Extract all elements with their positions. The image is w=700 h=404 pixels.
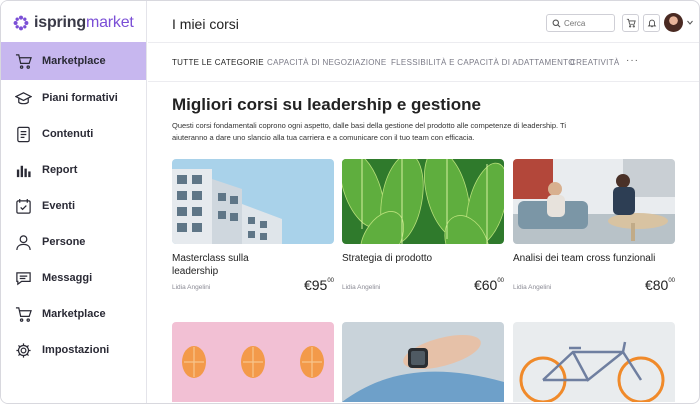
course-author: Lidia Angelini [513, 284, 552, 291]
graduation-cap-icon [15, 91, 32, 104]
person-icon [16, 234, 31, 250]
course-title[interactable]: Analisi dei team cross funzionali [513, 252, 675, 265]
chevron-down-icon[interactable] [687, 20, 693, 25]
tab-creativita[interactable]: CREATIVITÀ [570, 58, 620, 67]
sidebar: ispringmarket Marketplace Piani formativ… [1, 1, 147, 403]
course-card[interactable]: Analisi dei team cross funzionali Lidia … [513, 159, 675, 293]
course-image-oranges[interactable] [172, 322, 334, 402]
logo-flower-icon [13, 15, 29, 31]
main-content: Migliori corsi su leadership e gestione … [148, 83, 699, 403]
chat-icon [16, 271, 31, 285]
course-image-building[interactable] [172, 159, 334, 244]
course-card[interactable]: Strategia di prodotto Lidia Angelini €60… [342, 159, 504, 293]
category-tabs: TUTTE LE CATEGORIE CAPACITÀ DI NEGOZIAZI… [148, 44, 699, 82]
document-icon [17, 126, 30, 142]
tab-capacita-di-negoziazione[interactable]: CAPACITÀ DI NEGOZIAZIONE [267, 58, 387, 67]
sidebar-item-label: Persone [42, 236, 86, 248]
course-author: Lidia Angelini [172, 284, 211, 291]
sidebar-item-piani-formativi[interactable]: Piani formativi [1, 80, 146, 116]
sidebar-item-label: Impostazioni [42, 344, 110, 356]
bar-chart-icon [16, 165, 31, 177]
calendar-check-icon [16, 198, 31, 214]
sidebar-nav: Marketplace Piani formativi Contenuti Re… [1, 42, 146, 368]
bell-icon [647, 19, 656, 28]
cart-button[interactable] [622, 14, 639, 32]
course-price: €8000 [644, 277, 675, 293]
sidebar-item-report[interactable]: Report [1, 152, 146, 188]
course-image-smartwatch[interactable] [342, 322, 504, 402]
section-title: Migliori corsi su leadership e gestione [172, 95, 481, 114]
course-image-bicycle[interactable] [513, 322, 675, 402]
logo-text: ispringmarket [34, 14, 134, 31]
sidebar-item-label: Eventi [42, 200, 76, 212]
course-price: €6000 [473, 277, 504, 293]
search-box[interactable] [546, 14, 615, 32]
sidebar-item-label: Marketplace [42, 55, 106, 67]
notifications-button[interactable] [643, 14, 660, 32]
sidebar-item-marketplace-2[interactable]: Marketplace [1, 296, 146, 332]
sidebar-item-label: Marketplace [42, 308, 106, 320]
course-price: €9500 [303, 277, 334, 293]
top-header: I miei corsi [148, 1, 699, 43]
tab-tutte-le-categorie[interactable]: TUTTE LE CATEGORIE [172, 58, 264, 67]
course-title[interactable]: Masterclass sulla leadership [172, 252, 272, 278]
sidebar-item-label: Piani formativi [42, 92, 118, 104]
sidebar-item-label: Contenuti [42, 128, 94, 140]
cart-icon [15, 53, 32, 69]
sidebar-item-impostazioni[interactable]: Impostazioni [1, 332, 146, 368]
course-title[interactable]: Strategia di prodotto [342, 252, 462, 265]
sidebar-item-messaggi[interactable]: Messaggi [1, 260, 146, 296]
course-author: Lidia Angelini [342, 284, 381, 291]
more-tabs-button[interactable]: ··· [626, 55, 639, 66]
course-image-leaves[interactable] [342, 159, 504, 244]
gear-icon [16, 342, 31, 358]
sidebar-item-label: Messaggi [42, 272, 93, 284]
page-title: I miei corsi [172, 16, 239, 32]
app-window: ispringmarket Marketplace Piani formativ… [0, 0, 700, 404]
sidebar-item-persone[interactable]: Persone [1, 224, 146, 260]
search-icon [552, 19, 561, 27]
cart-icon [15, 306, 32, 322]
course-image-office[interactable] [513, 159, 675, 244]
course-card[interactable]: Masterclass sulla leadership Lidia Angel… [172, 159, 334, 293]
search-input[interactable] [564, 18, 612, 28]
sidebar-item-label: Report [42, 164, 78, 176]
section-description: Questi corsi fondamentali coprono ogni a… [172, 121, 566, 142]
tab-flessibilita[interactable]: FLESSIBILITÀ E CAPACITÀ DI ADATTAMENTO [391, 58, 575, 67]
sidebar-item-eventi[interactable]: Eventi [1, 188, 146, 224]
sidebar-item-marketplace[interactable]: Marketplace [1, 42, 146, 80]
avatar[interactable] [664, 13, 683, 32]
sidebar-item-contenuti[interactable]: Contenuti [1, 116, 146, 152]
cart-icon [626, 18, 636, 28]
logo[interactable]: ispringmarket [13, 11, 134, 35]
